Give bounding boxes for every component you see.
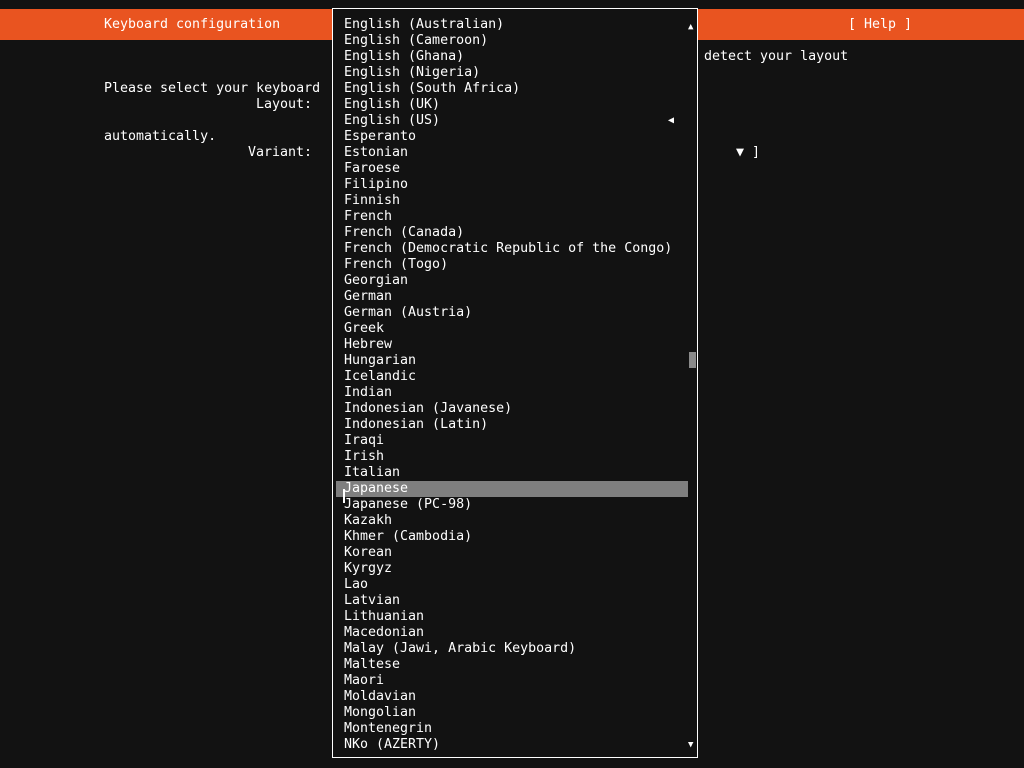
layout-option[interactable]: Faroese [336,161,688,177]
layout-options: English (Australian) English (Cameroon) En… [336,17,688,753]
layout-option[interactable]: Filipino [336,177,688,193]
layout-option[interactable]: Japanese [336,481,688,497]
layout-option[interactable]: Hebrew [336,337,688,353]
layout-option[interactable]: English (UK) [336,97,688,113]
scroll-up-icon[interactable]: ▲ [688,19,693,35]
layout-option[interactable]: Kyrgyz [336,561,688,577]
layout-option[interactable]: Italian [336,465,688,481]
layout-option[interactable]: Finnish [336,193,688,209]
layout-dropdown-list[interactable]: English (Australian) English (Cameroon) En… [332,8,698,758]
scrollbar-thumb[interactable] [689,352,696,368]
layout-option[interactable]: Khmer (Cambodia) [336,529,688,545]
layout-option[interactable]: Lao [336,577,688,593]
current-selection-icon: ◀ [668,115,675,126]
layout-option[interactable]: Indonesian (Latin) [336,417,688,433]
layout-option[interactable]: Georgian [336,273,688,289]
layout-option[interactable]: French (Togo) [336,257,688,273]
layout-option[interactable]: English (South Africa) [336,81,688,97]
layout-label: Layout: [256,97,313,112]
text-cursor [343,489,345,503]
variant-select-tail[interactable]: ▼ ] [736,145,760,161]
layout-option[interactable]: Indonesian (Javanese) [336,401,688,417]
layout-option[interactable]: Mongolian [336,705,688,721]
layout-option[interactable]: English (Cameroon) [336,33,688,49]
layout-option[interactable]: Kazakh [336,513,688,529]
layout-option[interactable]: English (Australian) [336,17,688,33]
layout-option[interactable]: Maori [336,673,688,689]
layout-option[interactable]: Estonian [336,145,688,161]
intro-line-2: automatically. [104,129,217,144]
layout-option[interactable]: English (Nigeria) [336,65,688,81]
scroll-down-icon[interactable]: ▼ [688,737,693,753]
intro-line-1: Please select your keyboard [104,81,321,96]
layout-option[interactable]: Iraqi [336,433,688,449]
layout-option[interactable]: Greek [336,321,688,337]
layout-option[interactable]: Indian [336,385,688,401]
layout-option[interactable]: Esperanto [336,129,688,145]
layout-option[interactable]: Korean [336,545,688,561]
layout-option[interactable]: English (Ghana) [336,49,688,65]
layout-option[interactable]: English (US) ◀ [336,113,688,129]
intro-line-1-end: detect your layout [704,49,849,64]
layout-option[interactable]: Japanese (PC-98) [336,497,688,513]
layout-option[interactable]: Malay (Jawi, Arabic Keyboard) [336,641,688,657]
layout-option[interactable]: Lithuanian [336,609,688,625]
layout-option[interactable]: French [336,209,688,225]
variant-label: Variant: [248,145,313,160]
layout-option[interactable]: Latvian [336,593,688,609]
layout-option[interactable]: NKo (AZERTY) [336,737,688,753]
page-title: Keyboard configuration [104,17,281,32]
layout-option[interactable]: Macedonian [336,625,688,641]
layout-option[interactable]: German [336,289,688,305]
layout-option[interactable]: German (Austria) [336,305,688,321]
installer-screen: Keyboard configuration [ Help ] Please s… [0,0,1024,768]
layout-option[interactable]: Maltese [336,657,688,673]
layout-option[interactable]: Irish [336,449,688,465]
layout-option[interactable]: French (Democratic Republic of the Congo… [336,241,688,257]
layout-option[interactable]: Moldavian [336,689,688,705]
layout-option[interactable]: Icelandic [336,369,688,385]
layout-option[interactable]: Montenegrin [336,721,688,737]
layout-option[interactable]: Hungarian [336,353,688,369]
layout-option[interactable]: French (Canada) [336,225,688,241]
help-button[interactable]: [ Help ] [848,17,912,33]
